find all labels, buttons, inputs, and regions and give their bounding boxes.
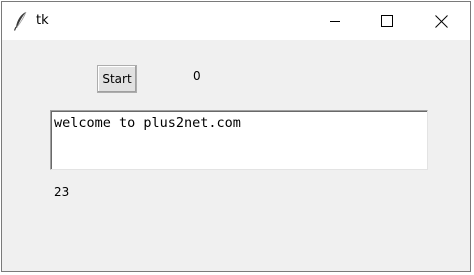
counter-label: 0 [193, 69, 201, 83]
app-window: tk Start 0 welcome to plus2net.com 23 [1, 1, 471, 272]
length-label: 23 [54, 185, 70, 199]
window-title: tk [36, 13, 49, 28]
minimize-icon [329, 15, 341, 27]
feather-icon [13, 11, 29, 31]
window-content: Start 0 welcome to plus2net.com 23 [2, 40, 470, 271]
text-area[interactable]: welcome to plus2net.com [50, 110, 428, 170]
close-icon [434, 14, 448, 28]
title-bar[interactable]: tk [2, 2, 470, 40]
minimize-button[interactable] [312, 2, 358, 40]
maximize-button[interactable] [364, 2, 410, 40]
maximize-icon [381, 15, 393, 27]
close-button[interactable] [418, 2, 464, 40]
start-button[interactable]: Start [97, 65, 137, 93]
